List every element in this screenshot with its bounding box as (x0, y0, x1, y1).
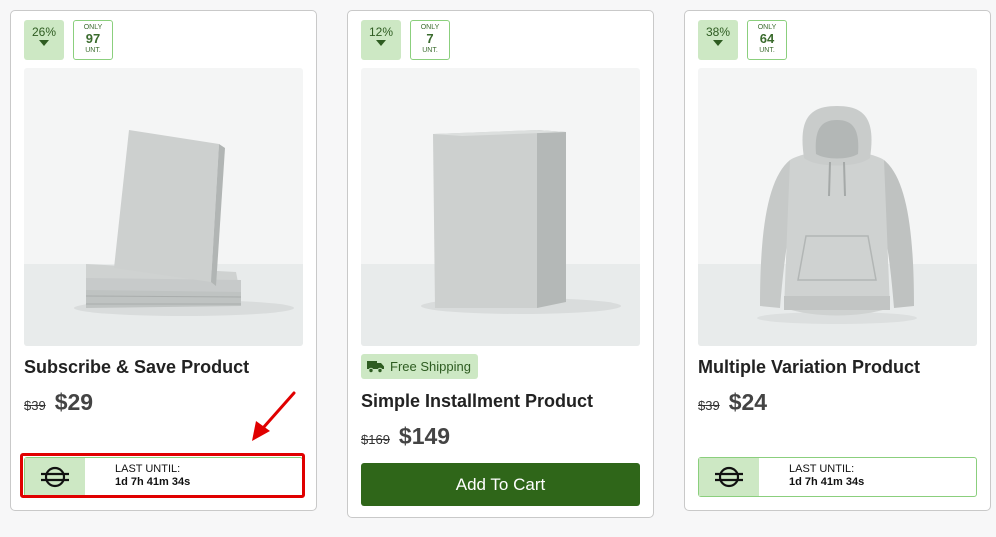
discount-value: 12% (368, 25, 394, 39)
product-title[interactable]: Multiple Variation Product (698, 357, 920, 378)
product-title[interactable]: Simple Installment Product (361, 391, 593, 412)
stock-badge: ONLY 7 UNT. (410, 20, 450, 60)
original-price: $39 (698, 398, 720, 413)
free-shipping-badge: Free Shipping (361, 354, 478, 379)
no-cash-icon (699, 458, 759, 496)
annotation-highlight-box (20, 453, 305, 498)
stock-badge: ONLY 97 UNT. (73, 20, 113, 60)
product-card[interactable]: 38% ONLY 64 UNT. Multiple Variation Prod… (684, 10, 991, 511)
discount-badge: 12% (361, 20, 401, 60)
product-image[interactable] (24, 68, 303, 346)
stock-count: 97 (85, 31, 101, 46)
product-price: $169 $149 (361, 423, 450, 450)
triangle-down-icon (376, 40, 386, 46)
product-image[interactable] (361, 68, 640, 346)
stock-unit: UNT. (759, 47, 775, 54)
add-to-cart-button[interactable]: Add To Cart (361, 463, 640, 506)
stock-unit: UNT. (422, 47, 438, 54)
free-shipping-label: Free Shipping (390, 359, 471, 374)
product-badges: 12% ONLY 7 UNT. (361, 20, 450, 60)
product-price: $39 $29 (24, 389, 93, 416)
product-price: $39 $24 (698, 389, 767, 416)
discount-badge: 26% (24, 20, 64, 60)
sale-price: $29 (54, 389, 94, 415)
product-image[interactable] (698, 68, 977, 346)
countdown-value: 1d 7h 41m 34s (789, 476, 865, 488)
product-card[interactable]: 12% ONLY 7 UNT. Free Shipping Simple Ins… (347, 10, 654, 518)
truck-icon (367, 361, 384, 373)
stock-badge: ONLY 64 UNT. (747, 20, 787, 60)
hoodie-illustration (757, 106, 917, 324)
original-price: $169 (361, 432, 390, 447)
product-badges: 38% ONLY 64 UNT. (698, 20, 787, 60)
discount-value: 26% (31, 25, 57, 39)
countdown-timer: LAST UNTIL: 1d 7h 41m 34s (698, 457, 977, 497)
triangle-down-icon (39, 40, 49, 46)
product-badges: 26% ONLY 97 UNT. (24, 20, 113, 60)
triangle-down-icon (713, 40, 723, 46)
timer-label: LAST UNTIL: (789, 463, 855, 475)
product-title[interactable]: Subscribe & Save Product (24, 357, 249, 378)
sale-price: $149 (398, 423, 451, 449)
stock-count: 7 (426, 31, 434, 46)
box-illustration (421, 130, 621, 314)
stock-count: 64 (759, 31, 775, 46)
discount-value: 38% (705, 25, 731, 39)
discount-badge: 38% (698, 20, 738, 60)
book-stack-illustration (74, 130, 294, 316)
product-card[interactable]: 26% ONLY 97 UNT. Subscribe & Save Produc… (10, 10, 317, 511)
original-price: $39 (24, 398, 46, 413)
sale-price: $24 (728, 389, 768, 415)
stock-unit: UNT. (85, 47, 101, 54)
